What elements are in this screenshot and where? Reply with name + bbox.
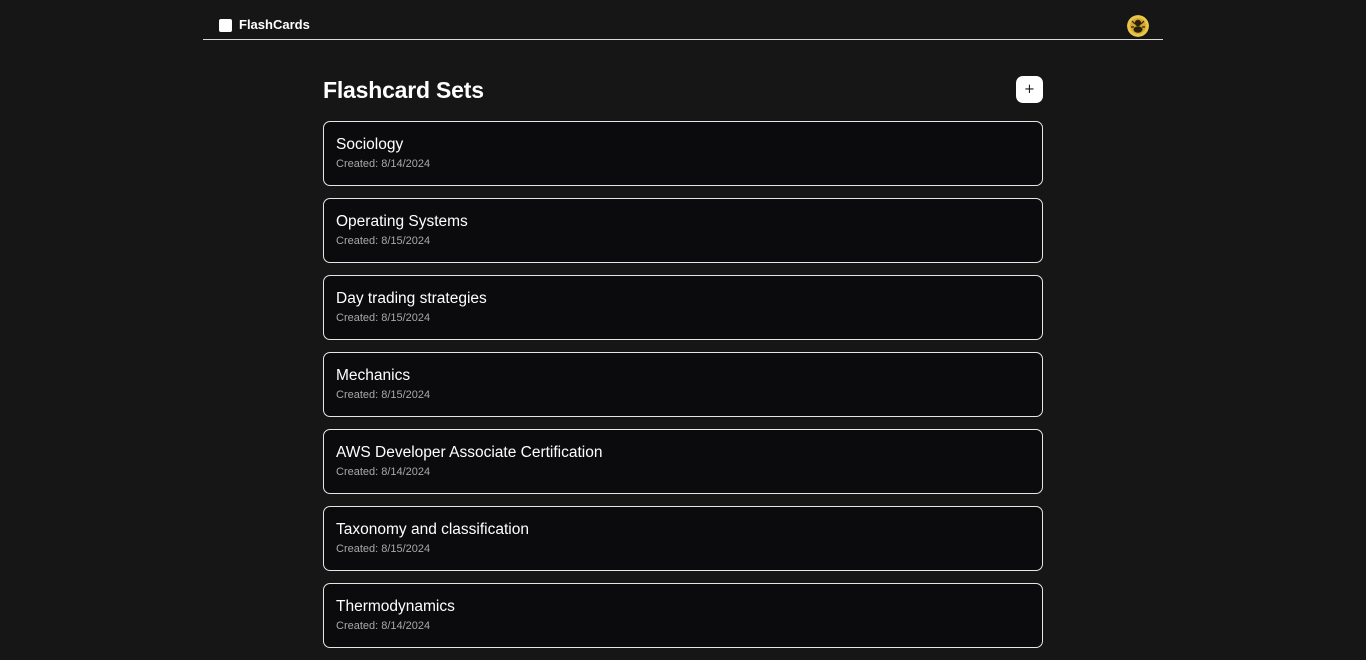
square-logo-icon — [219, 18, 232, 32]
created-label: Created: — [336, 466, 379, 478]
created-value: 8/15/2024 — [381, 543, 431, 555]
set-created-date: Created: 8/15/2024 — [336, 234, 1030, 249]
flashcard-set-list: Sociology Created: 8/14/2024 Operating Sy… — [323, 121, 1043, 660]
app-name: FlashCards — [239, 17, 310, 32]
created-label: Created: — [336, 543, 379, 555]
created-value: 8/14/2024 — [381, 158, 431, 170]
flashcard-set-card[interactable]: Sociology Created: 8/14/2024 — [323, 121, 1043, 186]
created-value: 8/14/2024 — [381, 466, 431, 478]
created-value: 8/15/2024 — [381, 235, 431, 247]
set-title: Taxonomy and classification — [336, 521, 529, 538]
main-content: Flashcard Sets + Sociology Created: 8/14/… — [323, 76, 1043, 648]
page-title: Flashcard Sets — [323, 77, 484, 103]
set-title: AWS Developer Associate Certification — [336, 444, 603, 461]
brand[interactable]: FlashCards — [219, 17, 310, 33]
set-created-date: Created: 8/14/2024 — [336, 465, 1030, 480]
set-created-date: Created: 8/15/2024 — [336, 388, 1030, 403]
created-label: Created: — [336, 312, 379, 324]
created-value: 8/15/2024 — [381, 389, 431, 401]
add-set-button[interactable]: + — [1016, 76, 1043, 103]
avatar-image — [1127, 15, 1149, 37]
set-created-date: Created: 8/14/2024 — [336, 157, 1030, 172]
flashcard-set-card[interactable]: AWS Developer Associate Certification Cr… — [323, 429, 1043, 494]
page-header: Flashcard Sets + — [323, 76, 1043, 106]
user-avatar[interactable] — [1127, 15, 1149, 37]
flashcard-set-card[interactable]: Day trading strategies Created: 8/15/2024 — [323, 275, 1043, 340]
flashcard-set-card[interactable]: Thermodynamics Created: 8/14/2024 — [323, 583, 1043, 648]
created-value: 8/14/2024 — [381, 620, 431, 632]
set-title: Thermodynamics — [336, 598, 455, 615]
set-title: Day trading strategies — [336, 290, 487, 307]
set-created-date: Created: 8/15/2024 — [336, 542, 1030, 557]
flashcard-set-card[interactable]: Taxonomy and classification Created: 8/15… — [323, 506, 1043, 571]
top-navbar: FlashCards — [203, 0, 1163, 40]
created-label: Created: — [336, 158, 379, 170]
set-created-date: Created: 8/14/2024 — [336, 619, 1030, 634]
set-title: Sociology — [336, 136, 404, 153]
created-label: Created: — [336, 620, 379, 632]
created-label: Created: — [336, 389, 379, 401]
set-title: Mechanics — [336, 367, 411, 384]
created-label: Created: — [336, 235, 379, 247]
created-value: 8/15/2024 — [381, 312, 431, 324]
flashcard-set-card[interactable]: Mechanics Created: 8/15/2024 — [323, 352, 1043, 417]
plus-icon: + — [1024, 82, 1035, 97]
flashcard-set-card[interactable]: Operating Systems Created: 8/15/2024 — [323, 198, 1043, 263]
set-created-date: Created: 8/15/2024 — [336, 311, 1030, 326]
set-title: Operating Systems — [336, 213, 468, 230]
